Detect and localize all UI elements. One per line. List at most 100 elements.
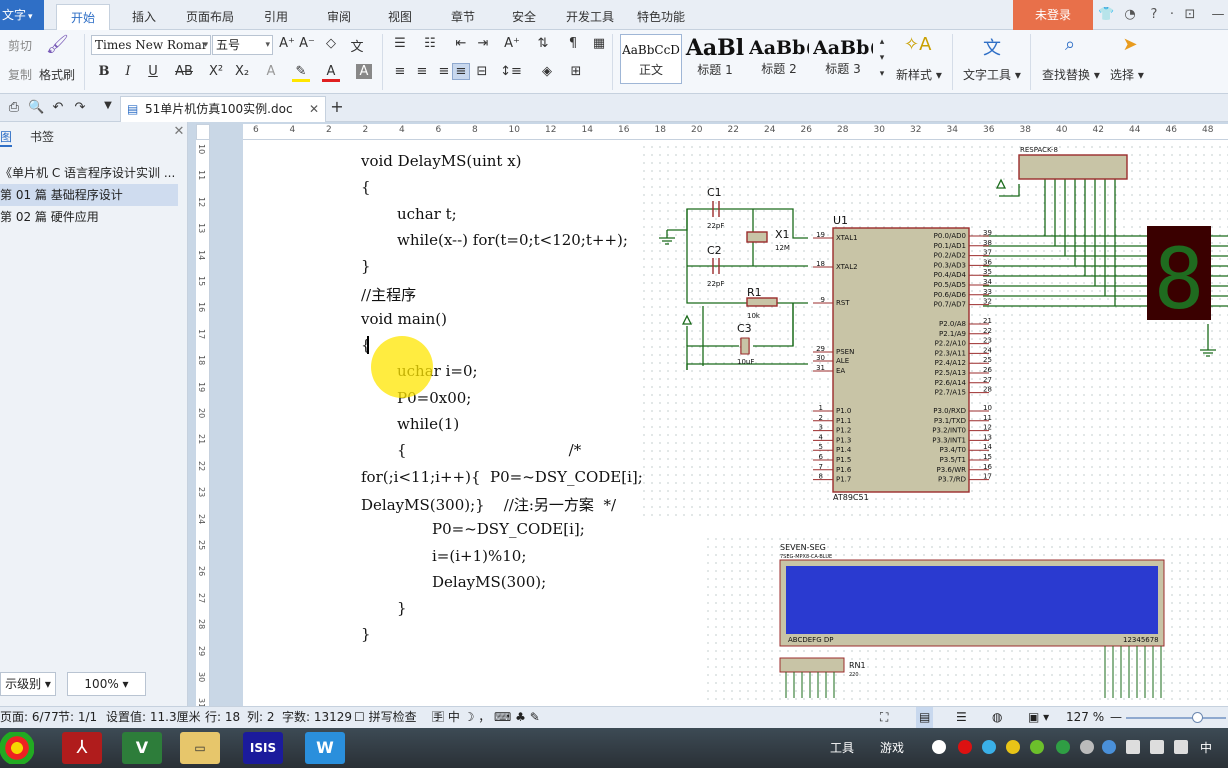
phonetic-icon[interactable]: 文 [346, 36, 368, 55]
code-line[interactable]: for(;i<11;i++){ P0=~DSY_CODE[i]; [361, 468, 643, 486]
help-icon[interactable]: ? [1146, 7, 1162, 23]
quick-access-dropdown-icon[interactable]: ▼ [100, 100, 116, 111]
toc-item[interactable]: 《单片机 C 语言程序设计实训 ... [0, 162, 178, 184]
app-menu-button[interactable]: 文字 [0, 0, 44, 30]
style-heading-2[interactable]: AaBb( 标题 2 [748, 34, 810, 84]
align-right-icon[interactable]: ≡ [436, 64, 452, 79]
keil-app-icon[interactable]: V [122, 732, 162, 764]
line-spacing-icon[interactable]: ↕≡ [500, 64, 522, 79]
print-preview-icon[interactable]: 🔍 [28, 100, 44, 115]
style-heading-1[interactable]: AaBl 标题 1 [684, 34, 746, 84]
shading-icon[interactable]: ◈ [536, 64, 558, 79]
tray-battery-icon[interactable] [1126, 740, 1140, 754]
status-page[interactable]: 页面: 6/77 [0, 707, 59, 728]
new-tab-button[interactable]: + [328, 97, 346, 116]
tab-references[interactable]: 引用 [264, 8, 288, 25]
text-tools-icon[interactable]: 文 [980, 34, 1004, 60]
style-heading-3[interactable]: AaBb( 标题 3 [812, 34, 874, 84]
outline-level-select[interactable]: 示级别 ▾ [0, 672, 56, 696]
distributed-icon[interactable]: ⊟ [474, 64, 490, 79]
highlight-icon[interactable]: ✎ [292, 64, 310, 82]
font-name-select[interactable]: Times New Romar ▾ [91, 35, 211, 55]
format-painter-button[interactable]: 格式刷 [39, 66, 75, 83]
code-line[interactable]: //主程序 [361, 284, 416, 305]
tab-developer[interactable]: 开发工具 [566, 8, 614, 25]
align-left-icon[interactable]: ≡ [392, 64, 408, 79]
italic-icon[interactable]: I [120, 64, 136, 79]
format-painter-icon[interactable]: 🖌 [46, 34, 69, 55]
numbering-icon[interactable]: ☷ [420, 36, 440, 51]
zoom-select[interactable]: 100% ▾ [67, 672, 146, 696]
tray-record-icon[interactable] [958, 740, 972, 754]
print-icon[interactable]: ⎙ [6, 100, 22, 115]
code-line[interactable]: P0=~DSY_CODE[i]; [432, 520, 585, 538]
decrease-indent-icon[interactable]: ⇤ [452, 36, 470, 51]
tab-insert[interactable]: 插入 [132, 8, 156, 25]
undo-icon[interactable]: ↶ [50, 100, 66, 115]
file-explorer-icon[interactable]: ▭ [180, 732, 220, 764]
outline-view-icon[interactable]: ☰ [956, 707, 967, 728]
login-button[interactable]: 未登录 [1013, 0, 1093, 30]
code-line[interactable]: { /* [397, 441, 581, 459]
tab-security[interactable]: 安全 [512, 8, 536, 25]
code-line[interactable]: uchar t; [397, 205, 457, 223]
code-line[interactable]: while(1) [397, 415, 459, 433]
toc-item[interactable]: 第 02 篇 硬件应用 [0, 206, 178, 228]
taskbar-games[interactable]: 游戏 [880, 739, 904, 756]
chat-icon[interactable]: ◔ [1122, 7, 1138, 23]
code-line[interactable]: { [361, 336, 371, 354]
input-method-icons[interactable]: 🈐 中 ☽ ， ⌨ ♣ ✎ [432, 707, 540, 728]
font-size-select[interactable]: 五号 ▾ [212, 35, 273, 55]
fullscreen-icon[interactable]: ⛶ [880, 707, 888, 728]
doc-tab[interactable]: ▤ 51单片机仿真100实例.doc ✕ [120, 96, 326, 122]
code-line[interactable]: void main() [361, 310, 447, 328]
tray-plus-icon[interactable] [1006, 740, 1020, 754]
zoom-level[interactable]: 127 % [1066, 707, 1104, 728]
table-icon[interactable]: ▦ [590, 36, 608, 51]
select-cursor-icon[interactable]: ➤ [1120, 34, 1140, 55]
justify-icon[interactable]: ≡ [452, 63, 470, 80]
grow-font-icon[interactable]: A⁺ [278, 36, 296, 51]
tray-volume-icon[interactable] [1174, 740, 1188, 754]
tray-cloud-icon[interactable] [1102, 740, 1116, 754]
zoom-out-icon[interactable]: — [1110, 707, 1122, 728]
tray-p-icon[interactable] [932, 740, 946, 754]
select-button[interactable]: 选择 ▾ [1110, 66, 1144, 83]
font-color-icon[interactable]: A [322, 64, 340, 82]
redo-icon[interactable]: ↷ [72, 100, 88, 115]
chinese-layout-icon[interactable]: A⁺ [500, 36, 524, 51]
style-normal[interactable]: AaBbCcD 正文 [620, 34, 682, 84]
shirt-icon[interactable]: 👕 [1098, 7, 1114, 23]
minimize-icon[interactable]: — [1210, 7, 1226, 23]
underline-icon[interactable]: U [144, 64, 162, 79]
shrink-font-icon[interactable]: A⁻ [298, 36, 316, 51]
code-line[interactable]: { [361, 178, 371, 196]
restore-icon[interactable]: ⊡ [1182, 7, 1198, 23]
tab-features[interactable]: 特色功能 [637, 8, 685, 25]
zoom-slider-thumb[interactable] [1192, 712, 1203, 723]
toc-tab[interactable]: 图 [0, 128, 13, 147]
bold-icon[interactable]: B [96, 64, 112, 79]
align-center-icon[interactable]: ≡ [414, 64, 430, 79]
strikethrough-icon[interactable]: AB [172, 64, 196, 79]
toc-item[interactable]: 第 01 篇 基础程序设计 [0, 184, 178, 206]
superscript-icon[interactable]: X² [206, 64, 226, 79]
code-line[interactable]: DelayMS(300); [432, 573, 546, 591]
status-spellcheck[interactable]: ☐ 拼写检查 [354, 707, 417, 728]
browser-icon[interactable] [0, 732, 34, 764]
tab-page-layout[interactable]: 页面布局 [186, 8, 234, 25]
horizontal-ruler[interactable]: 6 4 2 2 4 6 8 10 12 14 16 18 20 22 24 26 28 30 32 34 36 38 40 4… [243, 124, 1228, 140]
copy-button[interactable]: 复制 [8, 66, 32, 83]
document-page[interactable]: void DelayMS(uint x) {uchar t; while(x--) … [243, 140, 1228, 706]
code-line[interactable]: while(x--) for(t=0;t<120;t++); [397, 231, 628, 249]
code-line[interactable]: } [397, 599, 407, 617]
increase-indent-icon[interactable]: ⇥ [474, 36, 492, 51]
isis-app-icon[interactable]: ISIS [243, 732, 283, 764]
sort-icon[interactable]: ⇅ [534, 36, 552, 51]
bookmarks-tab[interactable]: 书签 [30, 128, 54, 145]
code-line[interactable]: DelayMS(300);} //注:另一方案 */ [361, 494, 616, 515]
show-marks-icon[interactable]: ¶ [564, 36, 582, 51]
new-style-icon[interactable]: ✧A [904, 34, 931, 55]
find-replace-icon[interactable]: ⌕ [1058, 34, 1082, 55]
styles-scroll-icon[interactable]: ▴ ▾ ▾ [876, 34, 888, 84]
